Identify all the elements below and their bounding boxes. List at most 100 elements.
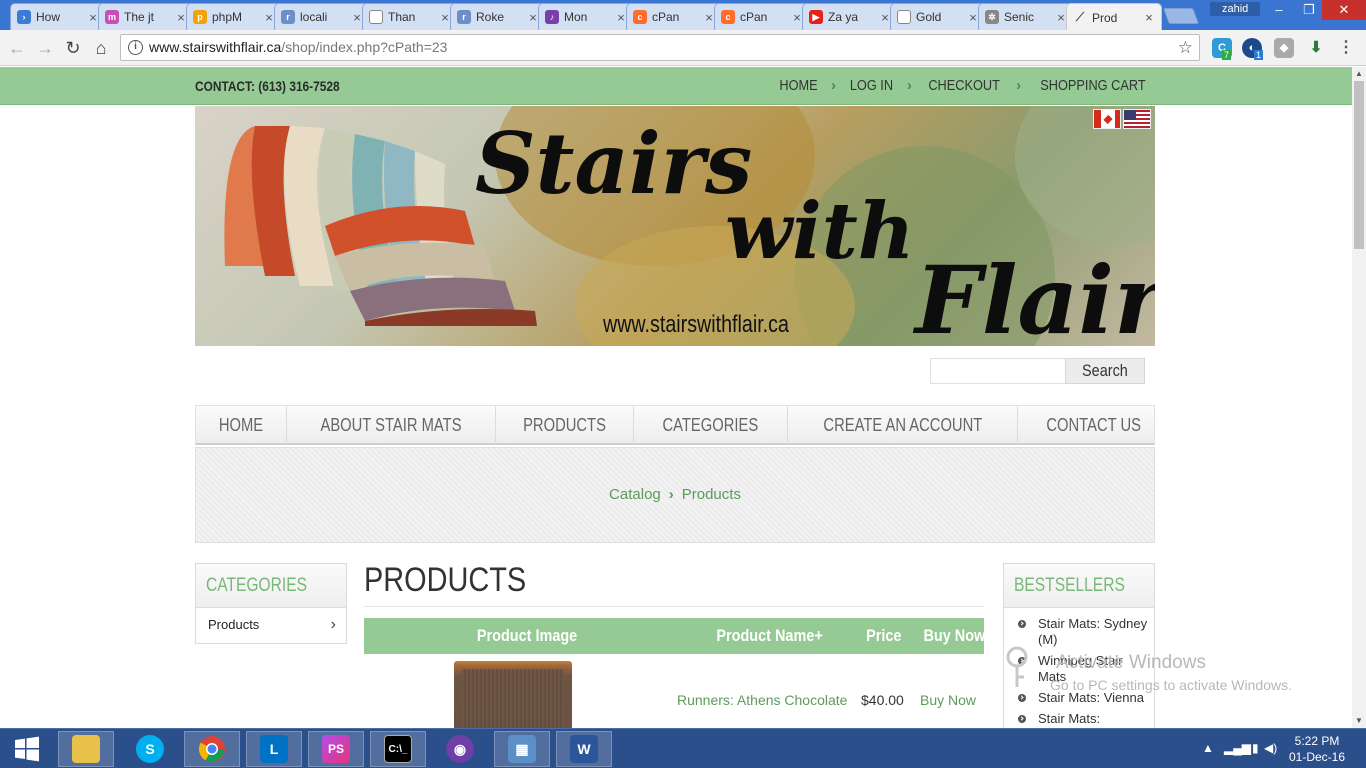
youtube-favicon-icon: ▶ [809,10,823,24]
banner-title-with: with [725,186,915,277]
gear-favicon-icon: ✲ [985,10,999,24]
category-link-products[interactable]: Products › [196,608,346,642]
tab-3[interactable]: p phpM × [186,3,282,30]
product-name-link[interactable]: Runners: Athens Chocolate [677,692,847,708]
reload-icon[interactable]: ↻ [62,37,84,59]
nav-create-account[interactable]: CREATE AN ACCOUNT [788,406,1019,444]
site-banner[interactable]: Stairs with Flair www.stairswithflair.ca [195,106,1155,346]
maximize-button[interactable]: ❐ [1294,0,1324,20]
cpanel-favicon-icon: c [721,10,735,24]
roken-favicon-icon: r [281,10,295,24]
tab-1[interactable]: › How × [10,3,106,30]
tab-10[interactable]: ▶ Za ya × [802,3,898,30]
header-buy-now[interactable]: Buy Now [923,626,985,646]
product-price: $40.00 [861,692,904,708]
home-icon[interactable]: ⌂ [90,37,112,59]
bookmark-star-icon[interactable]: ☆ [1178,35,1193,60]
close-tab-icon[interactable]: × [1143,10,1155,25]
nav-create-account-label: CREATE AN ACCOUNT [823,415,983,435]
battery-icon[interactable]: ▮ [1252,741,1259,755]
github-icon[interactable]: ◉ [432,731,488,767]
top-nav-checkout[interactable]: CHECKOUT [928,77,1000,94]
scroll-down-icon[interactable]: ▼ [1352,714,1366,728]
phpstorm-icon[interactable]: PS [308,731,364,767]
search-button[interactable]: Search [1065,358,1145,384]
cpanel-favicon-icon: c [633,10,647,24]
nav-categories[interactable]: CATEGORIES [634,406,788,444]
start-icon[interactable] [0,731,54,767]
nav-products[interactable]: PRODUCTS [496,406,635,444]
header-product-name[interactable]: Product Name+ [716,626,822,646]
top-nav-login[interactable]: LOG IN [850,77,893,94]
tab-4[interactable]: r locali × [274,3,370,30]
skype-icon[interactable]: S [122,731,178,767]
forward-arrow-icon[interactable]: → [34,37,56,59]
header-product-image[interactable]: Product Image [477,626,577,646]
search-input[interactable] [931,359,1065,383]
canada-flag-icon[interactable] [1093,109,1121,129]
system-clock[interactable]: 5:22 PM 01-Dec-16 [1282,733,1352,765]
categories-heading-text: CATEGORIES [206,575,308,596]
extension-badge: 1 [1254,50,1264,60]
nav-about-stair-mats[interactable]: ABOUT STAIR MATS [287,406,497,444]
nav-home[interactable]: HOME [196,406,287,444]
tab-13-active[interactable]: ⟋ Prod × [1066,3,1162,31]
tray-up-arrow-icon[interactable]: ▲ [1202,741,1214,755]
document-favicon-icon [369,10,383,24]
back-arrow-icon[interactable]: ← [6,37,28,59]
tab-2[interactable]: m The jt × [98,3,194,30]
info-icon[interactable]: i [128,40,143,55]
clock-time: 5:22 PM [1294,734,1340,748]
bestsellers-heading-text: BESTSELLERS [1014,575,1125,596]
minimize-button[interactable]: – [1264,0,1294,20]
address-bar[interactable]: i www.stairswithflair.ca/shop/index.php?… [120,34,1200,61]
url-host: www.stairswithflair.ca [149,39,282,55]
tab-8[interactable]: c cPan × [626,3,722,30]
nav-about-label: ABOUT STAIR MATS [320,415,462,435]
network-icon[interactable]: ▦ [494,731,550,767]
breadcrumb-catalog[interactable]: Catalog [609,486,661,503]
chrome-icon[interactable] [184,731,240,767]
top-nav-home[interactable]: HOME [779,77,817,94]
new-tab-button[interactable] [1163,8,1199,24]
tab-11[interactable]: Gold × [890,3,986,30]
lync-icon[interactable]: L [246,731,302,767]
network-signal-icon[interactable]: ▂▄▆ [1224,741,1251,755]
file-explorer-icon[interactable] [58,731,114,767]
close-window-button[interactable]: ✕ [1322,0,1366,20]
bestseller-item[interactable]: Stair Mats: [1014,711,1148,727]
header-price[interactable]: Price [866,626,901,646]
scrollbar-thumb[interactable] [1354,81,1364,249]
profile-badge[interactable]: zahid [1210,2,1261,16]
download-extension-icon[interactable]: ⬇ [1306,38,1326,58]
top-nav: HOME › LOG IN › CHECKOUT › SHOPPING CART [776,77,1155,94]
podcast-favicon-icon: ♪ [545,10,559,24]
tab-9[interactable]: c cPan × [714,3,810,30]
usa-flag-icon[interactable] [1123,109,1151,129]
search-form: Search [930,358,1145,384]
product-thumbnail[interactable] [454,661,572,728]
menu-icon[interactable]: ⋮ [1336,38,1356,58]
breadcrumb-products[interactable]: Products [682,486,741,503]
stairs-favicon-icon: ⟋ [1075,10,1085,24]
page-scrollbar[interactable]: ▲ ▼ [1352,67,1366,728]
extension-gray-icon[interactable]: ◆ [1274,38,1294,58]
top-nav-shopping-cart[interactable]: SHOPPING CART [1040,77,1145,94]
chevron-right-icon: › [831,77,837,94]
nav-contact-us[interactable]: CONTACT US [1018,406,1169,444]
breadcrumb: Catalog › Products [195,447,1155,543]
tab-5[interactable]: Than × [362,3,458,30]
bestsellers-heading: BESTSELLERS [1004,564,1154,608]
scroll-up-icon[interactable]: ▲ [1352,67,1366,81]
word-icon[interactable]: W [556,731,612,767]
tab-6[interactable]: r Roke × [450,3,546,30]
bestseller-item[interactable]: Stair Mats: Sydney (M) [1014,616,1148,648]
tab-12[interactable]: ✲ Senic × [978,3,1074,30]
volume-icon[interactable]: ◀) [1264,741,1277,755]
top-contact-bar: CONTACT: (613) 316-7528 HOME › LOG IN › … [0,67,1352,105]
buy-now-link[interactable]: Buy Now [920,692,976,708]
main-navigation: HOME ABOUT STAIR MATS PRODUCTS CATEGORIE… [195,405,1155,445]
cmd-icon[interactable]: C:\_ [370,731,426,767]
tab-7[interactable]: ♪ Mon × [538,3,634,30]
phpmyadmin-favicon-icon: p [193,10,207,24]
